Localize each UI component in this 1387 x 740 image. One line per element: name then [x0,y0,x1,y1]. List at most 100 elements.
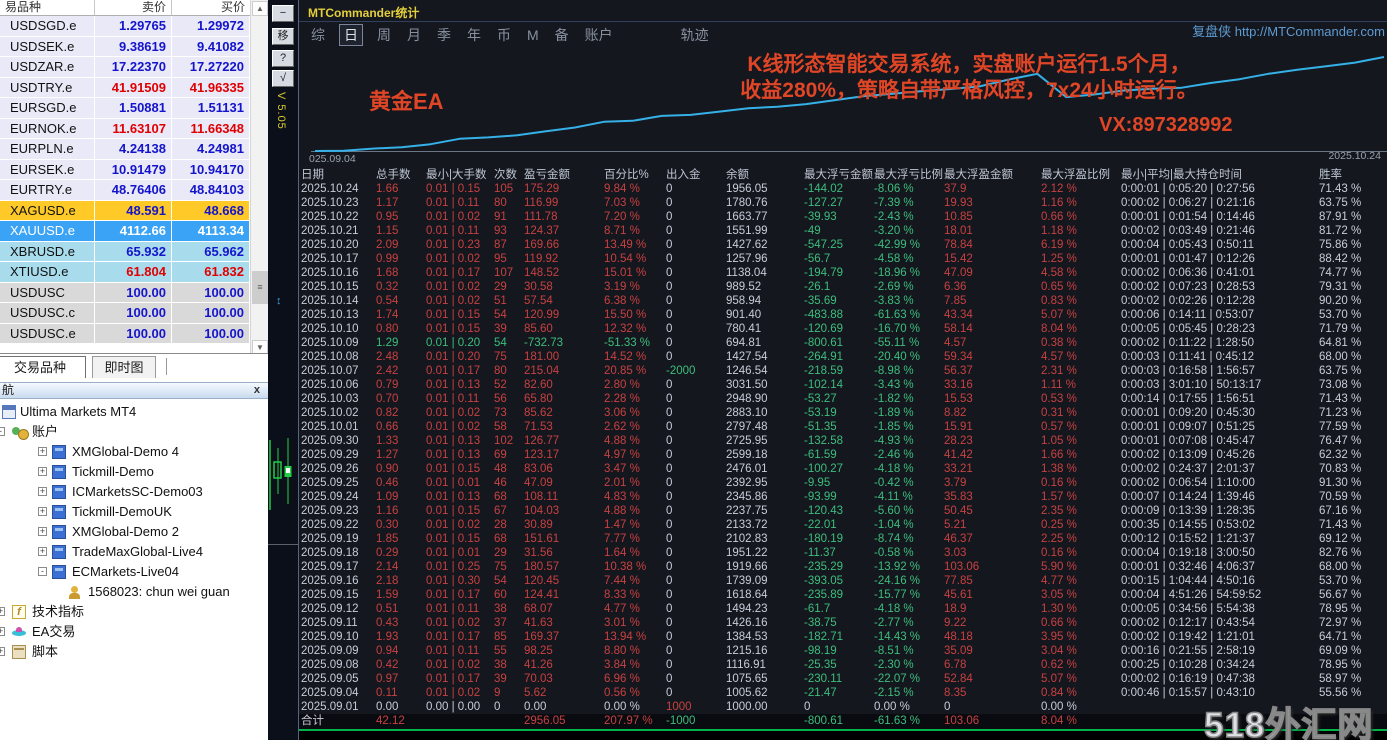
table-row[interactable]: 2025.10.030.700.01 | 0.115665.802.28 %02… [299,392,1387,406]
navigator-item[interactable]: +XMGlobal-Demo 2 [0,522,268,542]
toolbar-item-M[interactable]: M [525,27,541,43]
navigator-item[interactable]: Ultima Markets MT4 [0,402,268,422]
market-watch-row[interactable]: XAGUSD.e48.59148.668 [0,201,250,222]
move-button[interactable]: 移 [272,28,294,45]
market-watch-row[interactable]: USDSEK.e9.386199.41082 [0,37,250,58]
market-watch-row[interactable]: XTIUSD.e61.80461.832 [0,262,250,283]
toolbar-item-日[interactable]: 日 [339,24,363,46]
market-watch-row[interactable]: EURNOK.e11.6310711.66348 [0,119,250,140]
table-row[interactable]: 2025.09.291.270.01 | 0.1369123.174.97 %0… [299,448,1387,462]
market-watch-row[interactable]: USDTRY.e41.9150941.96335 [0,78,250,99]
market-watch-row[interactable]: EURTRY.e48.7640648.84103 [0,180,250,201]
table-row[interactable]: 2025.10.211.150.01 | 0.1193124.378.71 %0… [299,224,1387,238]
toolbar-item-月[interactable]: 月 [405,25,423,45]
navigator-item[interactable]: +f技术指标 [0,602,268,622]
expander-icon[interactable]: + [38,447,47,456]
table-row[interactable]: 2025.09.162.180.01 | 0.3054120.457.44 %0… [299,574,1387,588]
toolbar-item-备[interactable]: 备 [553,25,571,45]
expander-icon[interactable]: + [0,627,5,636]
toolbar-item-轨迹[interactable]: 轨迹 [679,25,711,45]
table-row[interactable]: 2025.09.220.300.01 | 0.022830.891.47 %02… [299,518,1387,532]
table-row[interactable]: 2025.10.100.800.01 | 0.153985.6012.32 %0… [299,322,1387,336]
symbol-column-header[interactable]: 易品种 [0,0,95,15]
toolbar-item-账户[interactable]: 账户 [583,25,615,45]
table-row[interactable]: 2025.10.010.660.01 | 0.025871.532.62 %02… [299,420,1387,434]
expander-icon[interactable]: - [38,567,47,576]
toolbar-item-周[interactable]: 周 [375,25,393,45]
navigator-item[interactable]: +脚本 [0,642,268,662]
ask-column-header[interactable]: 买价 [172,0,250,15]
market-watch-row[interactable]: EURPLN.e4.241384.24981 [0,139,250,160]
table-row[interactable]: 2025.09.050.970.01 | 0.173970.036.96 %01… [299,672,1387,686]
tab-symbols[interactable]: 交易品种 [0,356,86,378]
table-row[interactable]: 2025.10.140.540.01 | 0.025157.546.38 %09… [299,294,1387,308]
market-watch-row[interactable]: USDZAR.e17.2237017.27220 [0,57,250,78]
navigator-item[interactable]: -ECMarkets-Live04 [0,562,268,582]
toolbar-item-年[interactable]: 年 [465,25,483,45]
table-row[interactable]: 2025.10.131.740.01 | 0.1554120.9915.50 %… [299,308,1387,322]
navigator-item[interactable]: +EA交易 [0,622,268,642]
navigator-item[interactable]: +Tickmill-Demo [0,462,268,482]
stats-panel-titlebar[interactable]: MTCommander统计 [299,0,1387,22]
table-row[interactable]: 2025.10.020.820.01 | 0.027385.623.06 %02… [299,406,1387,420]
navigator-item[interactable]: 1568023: chun wei guan [0,582,268,602]
market-watch-row[interactable]: USDSGD.e1.297651.29972 [0,16,250,37]
market-watch-row[interactable]: XAUUSD.e4112.664113.34 [0,221,250,242]
table-row[interactable]: 2025.09.172.140.01 | 0.2575180.5710.38 %… [299,560,1387,574]
table-row[interactable]: 2025.09.110.430.01 | 0.023741.633.01 %01… [299,616,1387,630]
table-row[interactable]: 2025.10.202.090.01 | 0.2387169.6613.49 %… [299,238,1387,252]
apply-button[interactable]: √ [272,70,294,87]
table-row[interactable]: 2025.09.250.460.01 | 0.014647.092.01 %02… [299,476,1387,490]
toolbar-item-综[interactable]: 综 [309,25,327,45]
table-row[interactable]: 2025.09.180.290.01 | 0.012931.561.64 %01… [299,546,1387,560]
expander-icon[interactable]: - [0,427,5,436]
tab-tick-chart[interactable]: 即时图 [92,356,156,378]
table-row[interactable]: 2025.10.091.290.01 | 0.2054-732.73-51.33… [299,336,1387,350]
expander-icon[interactable]: + [0,607,5,616]
market-watch-row[interactable]: XBRUSD.e65.93265.962 [0,242,250,263]
market-watch-row[interactable]: EURSGD.e1.508811.51131 [0,98,250,119]
scrollbar-thumb[interactable]: ≡ [252,271,268,304]
table-row[interactable]: 2025.09.231.160.01 | 0.1567104.034.88 %0… [299,504,1387,518]
table-row[interactable]: 2025.10.241.660.01 | 0.15105175.299.84 %… [299,182,1387,196]
brand-link[interactable]: 复盘侠 http://MTCommander.com [1192,21,1385,40]
table-row[interactable]: 2025.10.220.950.01 | 0.0291111.787.20 %0… [299,210,1387,224]
minimize-button[interactable]: − [272,5,294,22]
table-row[interactable]: 2025.09.151.590.01 | 0.1760124.418.33 %0… [299,588,1387,602]
market-watch-row[interactable]: USDUSC.c100.00100.00 [0,303,250,324]
table-row[interactable]: 2025.10.072.420.01 | 0.1780215.0420.85 %… [299,364,1387,378]
table-row[interactable]: 2025.09.191.850.01 | 0.1568151.617.77 %0… [299,532,1387,546]
navigator-item[interactable]: +ICMarketsSC-Demo03 [0,482,268,502]
toolbar-item-币[interactable]: 币 [495,25,513,45]
table-row[interactable]: 2025.09.080.420.01 | 0.023841.263.84 %01… [299,658,1387,672]
toolbar-item-季[interactable]: 季 [435,25,453,45]
expander-icon[interactable]: + [38,527,47,536]
stats-header-row[interactable]: 日期总手数最小|大手数次数盈亏金额百分比%出入金余额最大浮亏金额最大浮亏比例最大… [299,168,1387,182]
table-row[interactable]: 2025.09.241.090.01 | 0.1368108.114.83 %0… [299,490,1387,504]
navigator-item[interactable]: +Tickmill-DemoUK [0,502,268,522]
navigator-item[interactable]: -账户 [0,422,268,442]
market-watch-scrollbar[interactable]: ▲ ≡ ▼ [250,0,268,357]
table-row[interactable]: 2025.10.082.480.01 | 0.2075181.0014.52 %… [299,350,1387,364]
bid-column-header[interactable]: 卖价 [95,0,172,15]
market-watch-row[interactable]: EURSEK.e10.9147910.94170 [0,160,250,181]
table-row[interactable]: 2025.10.161.680.01 | 0.17107148.5215.01 … [299,266,1387,280]
help-button[interactable]: ? [272,50,294,67]
table-row[interactable]: 2025.10.170.990.01 | 0.0295119.9210.54 %… [299,252,1387,266]
expander-icon[interactable]: + [38,487,47,496]
table-row[interactable]: 2025.10.060.790.01 | 0.135282.602.80 %03… [299,378,1387,392]
table-row[interactable]: 2025.09.090.940.01 | 0.115598.258.80 %01… [299,644,1387,658]
table-row[interactable]: 2025.09.101.930.01 | 0.1785169.3713.94 %… [299,630,1387,644]
navigator-item[interactable]: +XMGlobal-Demo 4 [0,442,268,462]
table-row[interactable]: 2025.09.120.510.01 | 0.113868.074.77 %01… [299,602,1387,616]
expander-icon[interactable]: + [38,547,47,556]
market-watch-row[interactable]: USDUSC.e100.00100.00 [0,324,250,345]
scroll-up-icon[interactable]: ▲ [252,1,268,16]
close-icon[interactable]: x [254,383,260,398]
table-row[interactable]: 2025.10.231.170.01 | 0.1180116.997.03 %0… [299,196,1387,210]
market-watch-row[interactable]: USDUSC100.00100.00 [0,283,250,304]
expander-icon[interactable]: + [38,507,47,516]
table-row[interactable]: 2025.10.150.320.01 | 0.022930.583.19 %09… [299,280,1387,294]
table-row[interactable]: 2025.09.301.330.01 | 0.13102126.774.88 %… [299,434,1387,448]
navigator-item[interactable]: +TradeMaxGlobal-Live4 [0,542,268,562]
